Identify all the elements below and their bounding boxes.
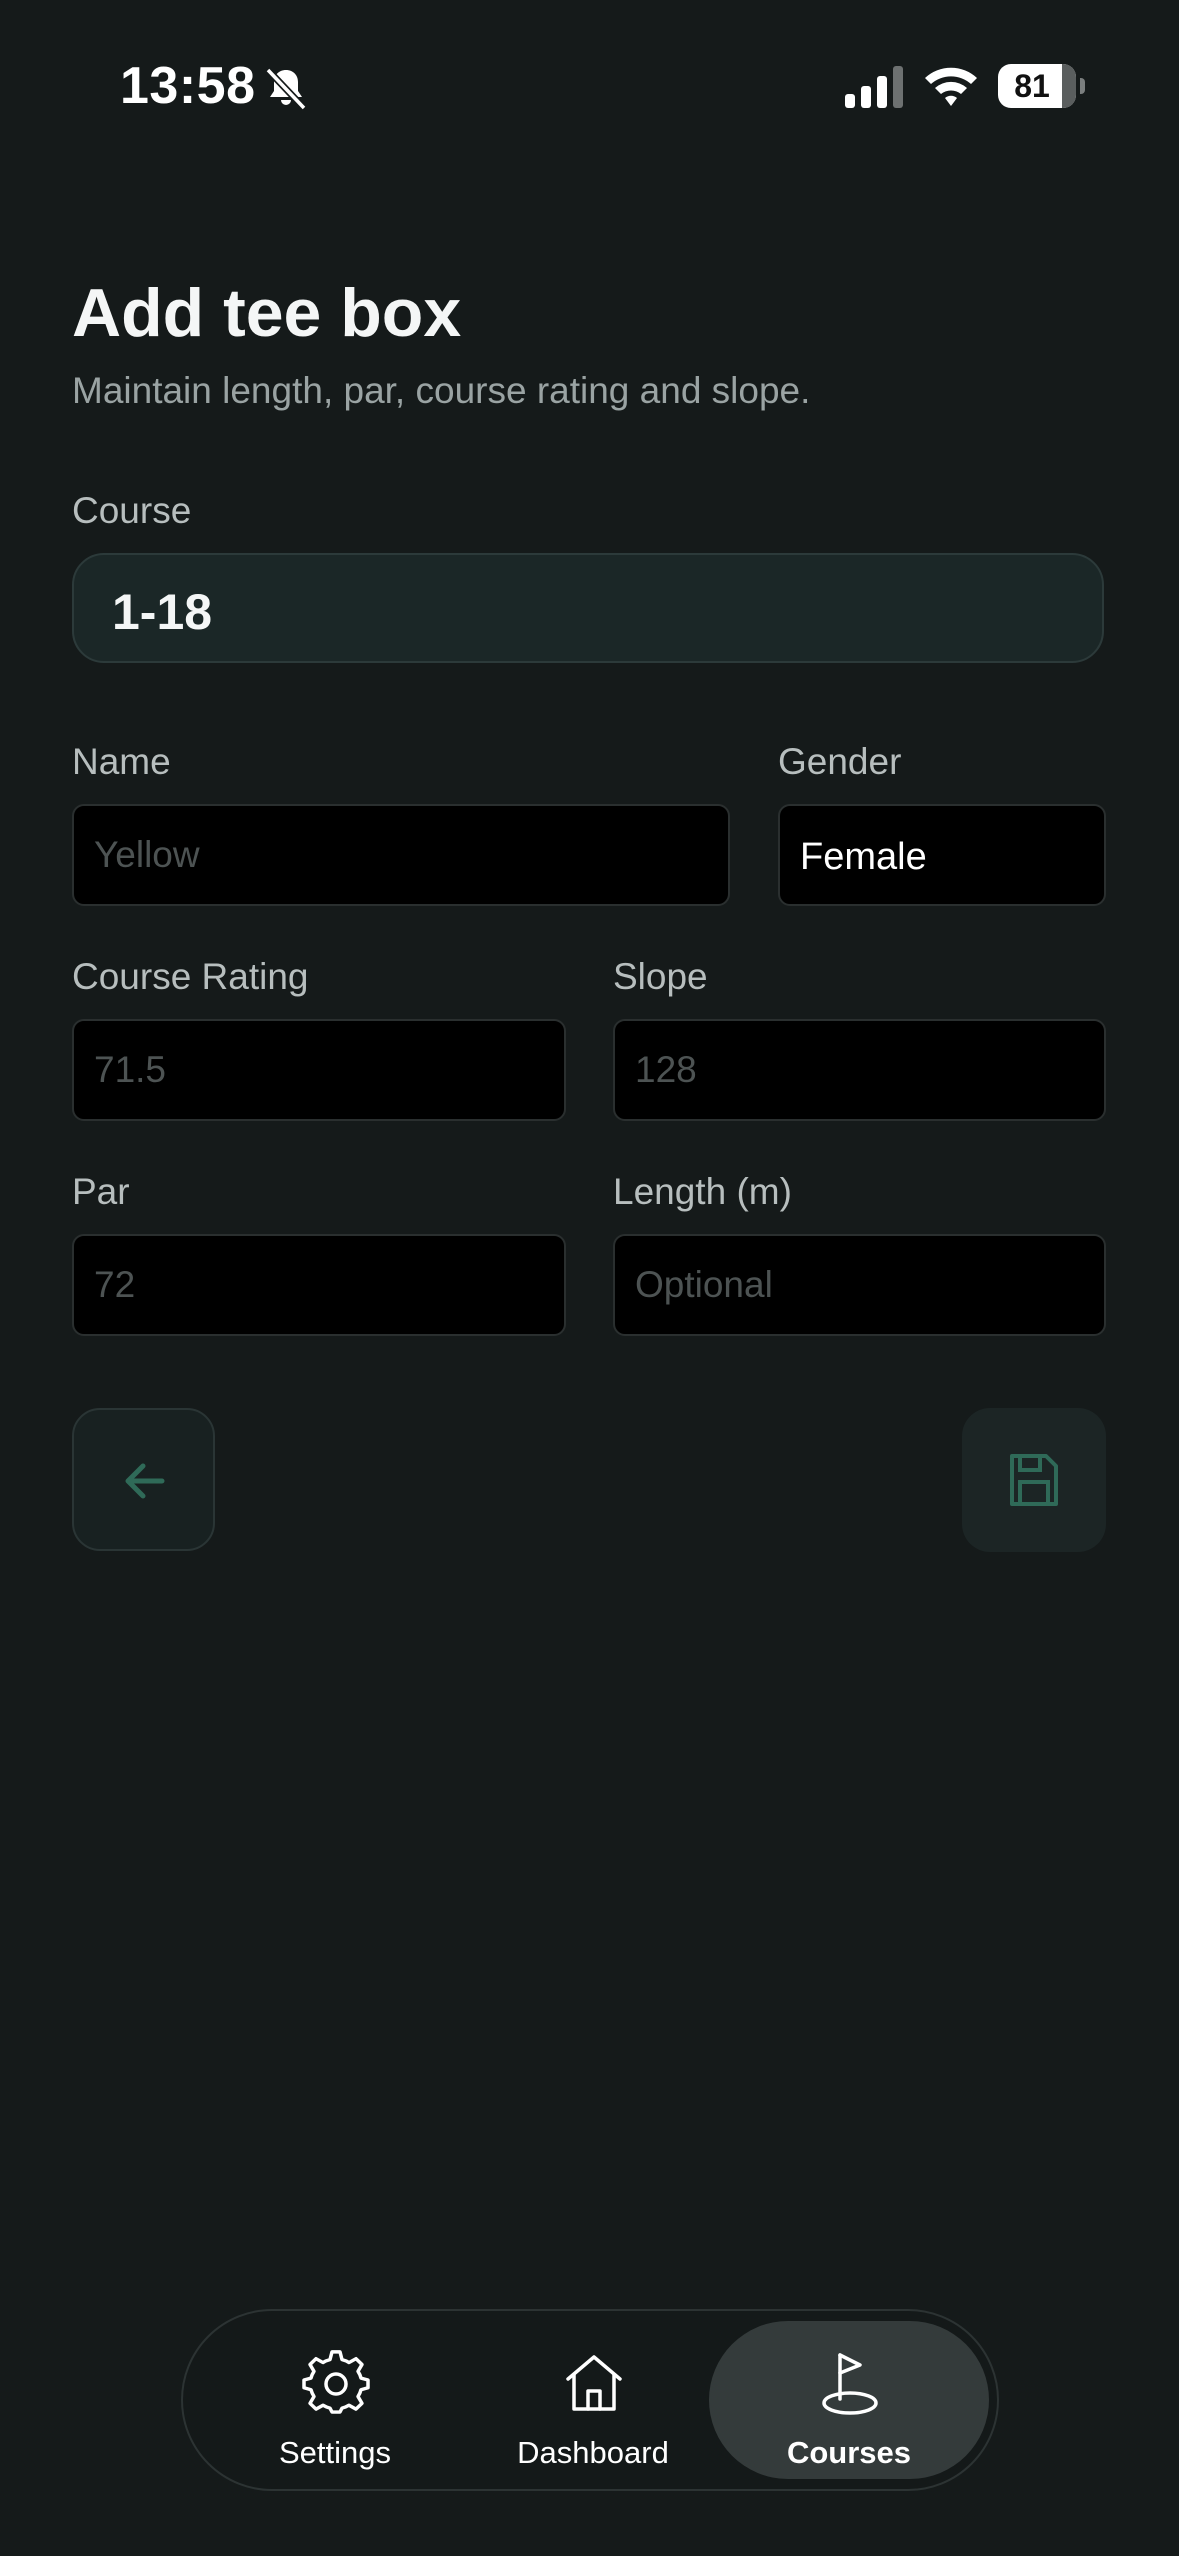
bottom-tab-bar: Settings Dashboard Courses <box>181 2309 999 2491</box>
cellular-signal-icon <box>845 66 903 108</box>
gender-select[interactable]: Female <box>778 804 1106 906</box>
length-input[interactable] <box>613 1234 1106 1336</box>
back-button[interactable] <box>72 1408 215 1551</box>
tab-courses-label: Courses <box>786 2435 912 2470</box>
course-rating-input[interactable] <box>72 1019 566 1121</box>
par-label: Par <box>72 1171 130 1212</box>
house-icon <box>566 2355 622 2411</box>
course-rating-label: Course Rating <box>72 956 309 997</box>
status-bar: 13:58 81 <box>0 0 1179 170</box>
tab-settings-label: Settings <box>278 2435 391 2470</box>
course-selector[interactable]: 1-18 <box>72 553 1104 663</box>
bell-muted-icon <box>265 67 307 111</box>
battery-tip <box>1080 78 1085 94</box>
gender-value: Female <box>800 836 927 878</box>
length-label: Length (m) <box>613 1171 792 1212</box>
tab-dashboard-label: Dashboard <box>517 2435 669 2470</box>
battery-level: 81 <box>1014 68 1050 104</box>
course-label: Course <box>72 490 192 531</box>
course-value: 1-18 <box>112 584 213 640</box>
battery-indicator: 81 <box>998 64 1076 108</box>
page-subtitle: Maintain length, par, course rating and … <box>72 370 811 411</box>
golf-flag-icon <box>822 2353 878 2415</box>
tab-courses[interactable]: Courses <box>709 2321 989 2479</box>
page-title: Add tee box <box>72 275 462 351</box>
status-time: 13:58 <box>120 57 256 115</box>
name-input[interactable] <box>72 804 730 906</box>
name-label: Name <box>72 741 171 782</box>
tab-dashboard[interactable]: Dashboard <box>453 2321 733 2479</box>
gender-label: Gender <box>778 741 902 782</box>
gear-icon <box>302 2350 370 2414</box>
par-input[interactable] <box>72 1234 566 1336</box>
tab-settings[interactable]: Settings <box>195 2321 475 2479</box>
save-button[interactable] <box>962 1408 1106 1552</box>
slope-input[interactable] <box>613 1019 1106 1121</box>
floppy-disk-icon <box>1010 1454 1058 1506</box>
slope-label: Slope <box>613 956 708 997</box>
wifi-icon <box>925 67 977 106</box>
arrow-left-icon <box>125 1463 165 1499</box>
